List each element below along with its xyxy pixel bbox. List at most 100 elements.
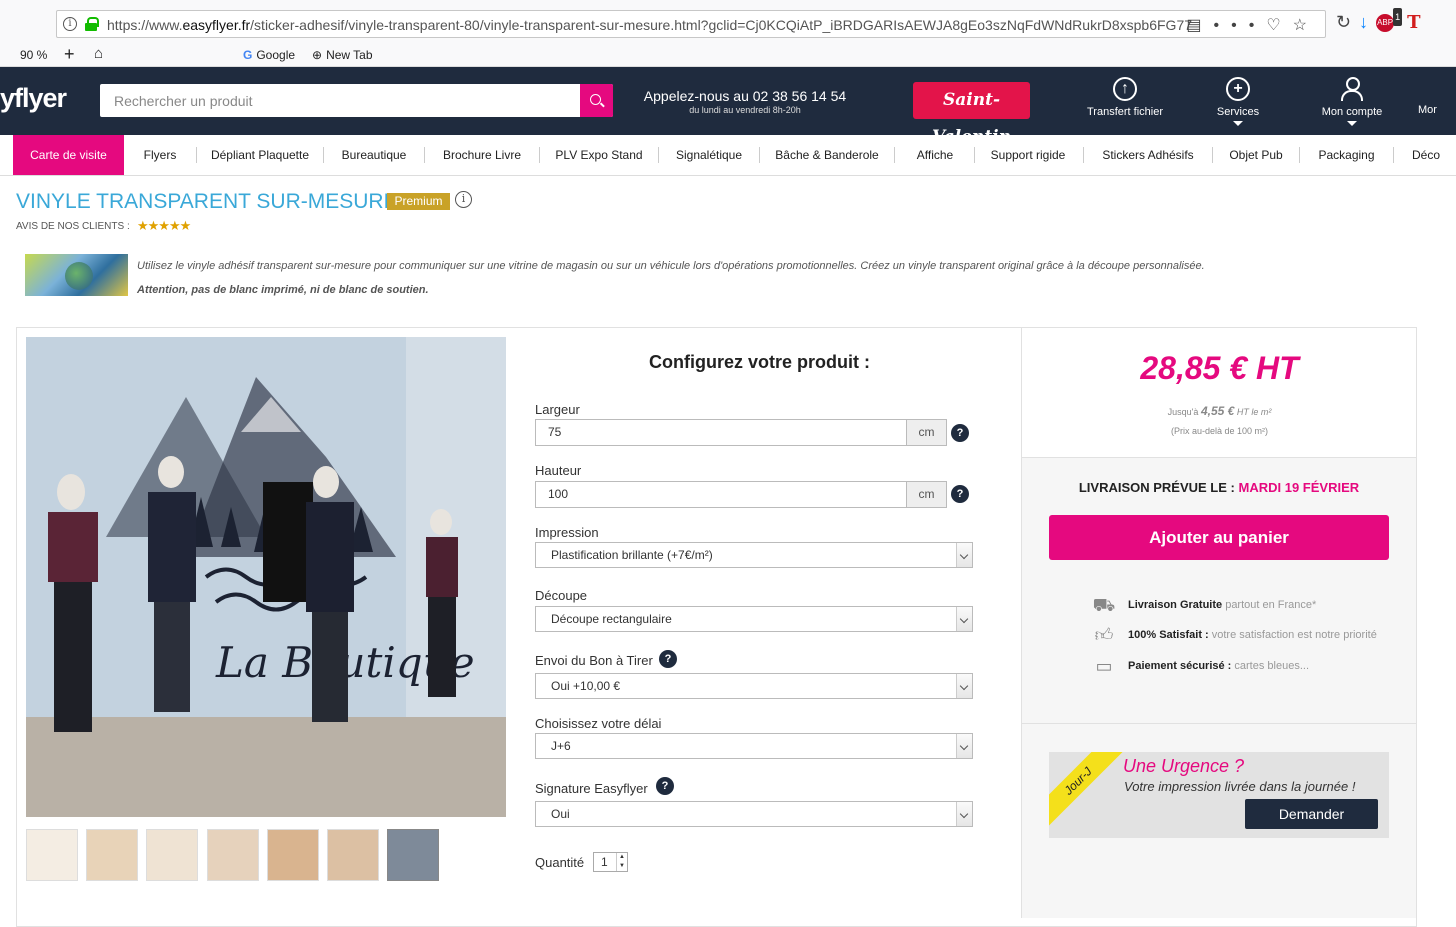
nav-item-brochure-livre[interactable]: Brochure Livre (433, 135, 531, 175)
search-input[interactable] (100, 84, 580, 117)
delay-select[interactable]: J+6 (535, 733, 973, 759)
nav-divider (658, 147, 659, 163)
nav-item-flyers[interactable]: Flyers (130, 135, 190, 175)
bookmark-google[interactable]: G Google (243, 48, 295, 62)
nav-divider (1299, 147, 1300, 163)
nav-divider (974, 147, 975, 163)
chevron-down-icon (1233, 121, 1243, 126)
signature-value: Oui (551, 807, 570, 821)
price-per-m2: Jusqu'à 4,55 € HT le m² (1022, 404, 1417, 418)
height-input[interactable]: 100 (535, 481, 907, 508)
nav-item-deco[interactable]: Déco (1402, 135, 1450, 175)
signature-help-icon[interactable]: ? (656, 777, 674, 795)
feature-secure-payment: Paiement sécurisé : cartes bleues... (1128, 660, 1309, 672)
search-box (100, 84, 613, 117)
height-help-icon[interactable]: ? (951, 485, 969, 503)
delivery-date: LIVRAISON PRÉVUE LE : MARDI 19 FÉVRIER (1022, 480, 1416, 495)
width-help-icon[interactable]: ? (951, 424, 969, 442)
search-button[interactable] (580, 84, 613, 117)
decoupe-value: Découpe rectangulaire (551, 612, 672, 626)
signature-select[interactable]: Oui (535, 801, 973, 827)
zoom-level[interactable]: 90 % (20, 48, 47, 62)
thumbnail-4[interactable] (207, 829, 259, 881)
address-bar[interactable]: i https://www.easyflyer.fr/sticker-adhes… (56, 10, 1326, 38)
page-actions-icon[interactable]: ••• (1214, 17, 1267, 34)
nav-item-objet-pub[interactable]: Objet Pub (1221, 135, 1291, 175)
rating-stars[interactable]: ★★★★★ (137, 218, 191, 234)
bat-help-icon[interactable]: ? (659, 650, 677, 668)
nav-item-carte-de-visite[interactable]: Carte de visite (13, 135, 124, 175)
nav-item-packaging[interactable]: Packaging (1308, 135, 1385, 175)
zoom-in-icon[interactable]: + (64, 44, 75, 65)
nav-item-support-rigide[interactable]: Support rigide (983, 135, 1073, 175)
nav-item-bache-banderole[interactable]: Bâche & Banderole (768, 135, 886, 175)
bat-select[interactable]: Oui +10,00 € (535, 673, 973, 699)
adblock-icon[interactable]: ABP 1 (1376, 8, 1403, 33)
saint-valentin-banner[interactable]: Saint-Valentin (913, 82, 1030, 147)
feature-secure-payment-text: cartes bleues... (1231, 660, 1309, 672)
nav-item-stickers-adhesifs[interactable]: Stickers Adhésifs (1092, 135, 1204, 175)
globe-icon: ⊕ (312, 48, 323, 62)
phone-number: Appelez-nous au 02 38 56 14 54 (643, 88, 847, 104)
impression-label: Impression (535, 525, 599, 540)
decoupe-label: Découpe (535, 588, 588, 603)
add-to-cart-button[interactable]: Ajouter au panier (1049, 515, 1389, 560)
services-menu[interactable]: + Services (1188, 77, 1288, 126)
product-description: Utilisez le vinyle adhésif transparent s… (137, 260, 1205, 272)
shop-window-illustration: La Boutique (26, 337, 506, 817)
delivery-label: LIVRAISON PRÉVUE LE : (1078, 480, 1235, 495)
thumbnail-2[interactable] (86, 829, 138, 881)
chevron-down-icon (1347, 121, 1357, 126)
category-nav: Carte de visite Flyers Dépliant Plaquett… (0, 135, 1456, 176)
secure-lock-icon[interactable] (85, 17, 99, 31)
product-warning: Attention, pas de blanc imprimé, ni de b… (137, 284, 429, 296)
chevron-down-icon (956, 674, 972, 698)
more-menu[interactable]: Mor (1418, 104, 1456, 116)
account-menu[interactable]: Mon compte (1302, 77, 1402, 126)
bat-value: Oui +10,00 € (551, 679, 621, 693)
quantity-stepper[interactable]: 1 ▲ ▼ (593, 852, 628, 872)
quantity-value: 1 (601, 855, 608, 869)
decoupe-select[interactable]: Découpe rectangulaire (535, 606, 973, 632)
nav-item-signaletique[interactable]: Signalétique (667, 135, 751, 175)
site-info-icon[interactable]: i (63, 17, 77, 31)
nav-item-affiche[interactable]: Affiche (903, 135, 967, 175)
services-label: Services (1216, 106, 1260, 118)
thumbnail-1[interactable] (26, 829, 78, 881)
feature-free-delivery: Livraison Gratuite partout en France* (1128, 599, 1316, 611)
extension-t-icon[interactable]: T (1407, 12, 1428, 33)
width-input[interactable]: 75 (535, 419, 907, 446)
bookmark-new-tab[interactable]: ⊕ New Tab (312, 48, 373, 62)
transfer-file-link[interactable]: ↑ Transfert fichier (1075, 77, 1175, 118)
thumbnail-7[interactable] (387, 829, 439, 881)
feature-satisfaction: 100% Satisfait : votre satisfaction est … (1128, 629, 1377, 641)
spinner-arrows-icon[interactable]: ▲ ▼ (616, 853, 627, 871)
nav-item-plv-expo-stand[interactable]: PLV Expo Stand (548, 135, 650, 175)
url-text[interactable]: https://www.easyflyer.fr/sticker-adhesif… (107, 17, 1227, 33)
nav-divider (894, 147, 895, 163)
pocket-icon[interactable]: ♡ (1266, 17, 1292, 34)
site-logo[interactable]: yflyer (0, 83, 67, 114)
impression-select[interactable]: Plastification brillante (+7€/m²) (535, 542, 973, 568)
premium-badge: Premium (387, 193, 450, 210)
delay-value: J+6 (551, 739, 571, 753)
user-icon (1341, 77, 1363, 101)
product-main-image[interactable]: La Boutique (26, 337, 506, 817)
thumbnail-5[interactable] (267, 829, 319, 881)
thumbnail-3[interactable] (146, 829, 198, 881)
request-button[interactable]: Demander (1245, 799, 1378, 829)
chevron-down-icon (956, 607, 972, 631)
reload-icon[interactable]: ↻ (1336, 12, 1359, 32)
feature-satisfaction-text: votre satisfaction est notre priorité (1208, 629, 1377, 641)
info-icon[interactable]: i (455, 191, 472, 208)
nav-divider (323, 147, 324, 163)
home-icon[interactable]: ⌂ (94, 45, 103, 62)
account-label: Mon compte (1321, 106, 1383, 118)
bookmark-star-icon[interactable]: ☆ (1293, 17, 1319, 34)
nav-item-bureautique[interactable]: Bureautique (333, 135, 415, 175)
panel-separator (1022, 723, 1416, 724)
thumbnail-6[interactable] (327, 829, 379, 881)
reader-view-icon[interactable]: ▤ (1186, 17, 1213, 34)
nav-item-depliant-plaquette[interactable]: Dépliant Plaquette (205, 135, 315, 175)
download-icon[interactable]: ↓ (1359, 12, 1376, 32)
